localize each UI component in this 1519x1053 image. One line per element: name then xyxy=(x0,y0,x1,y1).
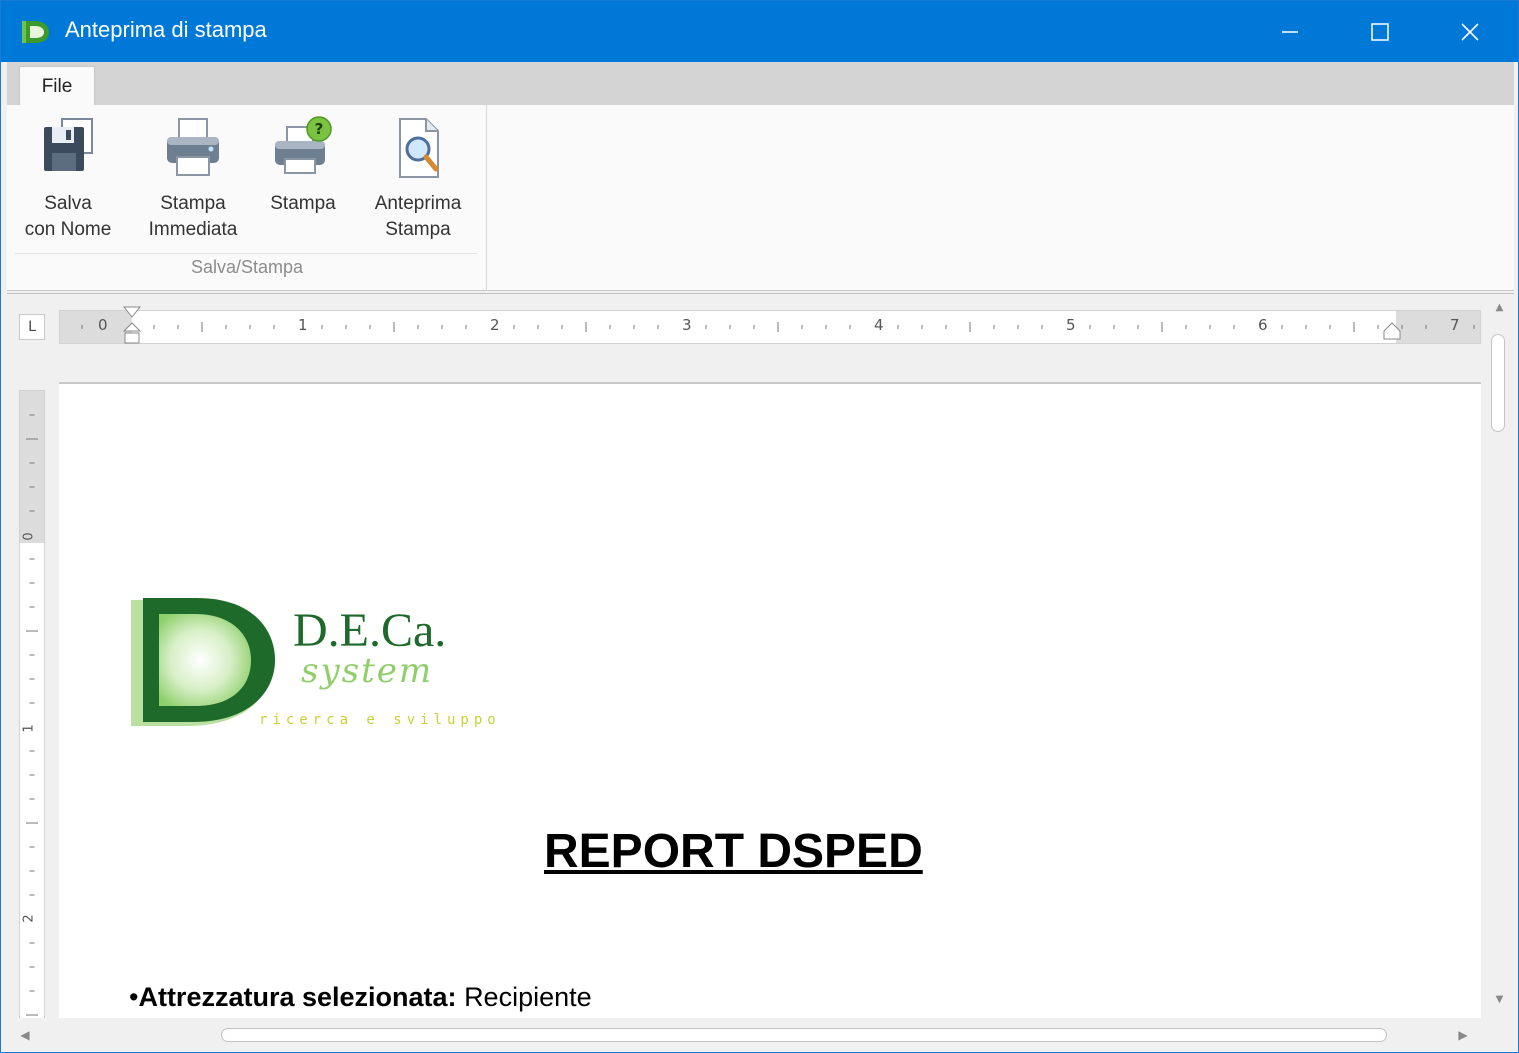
close-button[interactable] xyxy=(1424,1,1516,62)
save-as-icon xyxy=(44,118,93,171)
document-page: D.E.Ca. system ricerca e sviluppo REPORT… xyxy=(59,382,1481,1022)
logo-name: D.E.Ca. xyxy=(293,604,446,657)
ruler-number-0: 0 xyxy=(98,316,108,334)
vertical-scroll-thumb[interactable] xyxy=(1491,334,1505,432)
ribbon-panel: Salva con Nome Stampa Immediata ? Stampa… xyxy=(7,105,1514,291)
vruler-number-2: 2 xyxy=(21,914,37,923)
vruler-number-1: 1 xyxy=(21,724,37,733)
ribbon-group-salva-stampa: Salva con Nome Stampa Immediata ? Stampa… xyxy=(7,105,487,291)
indent-marker-icon[interactable] xyxy=(122,305,144,347)
maximize-button[interactable] xyxy=(1334,1,1426,62)
title-bar[interactable]: Anteprima di stampa xyxy=(1,1,1518,62)
scroll-up-arrow-icon[interactable]: ▲ xyxy=(1485,298,1514,318)
scroll-left-arrow-icon[interactable]: ◀ xyxy=(15,1024,35,1046)
scroll-down-arrow-icon[interactable]: ▼ xyxy=(1485,990,1514,1010)
field-label: Attrezzatura selezionata: xyxy=(138,982,457,1012)
vertical-scrollbar[interactable]: ▲ ▼ xyxy=(1485,294,1514,1018)
close-icon xyxy=(1461,22,1479,41)
minimize-button[interactable] xyxy=(1244,1,1336,62)
maximize-icon xyxy=(1371,22,1389,41)
ruler-number-6: 6 xyxy=(1258,316,1268,334)
print-preview-icon xyxy=(399,118,439,178)
ribbon-group-label: Salva/Stampa xyxy=(190,257,304,277)
svg-text:?: ? xyxy=(315,120,324,138)
report-title: REPORT DSPED xyxy=(544,825,923,878)
print-immediate-label: Stampa Immediata xyxy=(148,193,238,240)
field-value: Recipiente xyxy=(464,982,592,1012)
logo-tagline: system xyxy=(301,651,433,691)
print-preview-window: Anteprima di stampa File Salva con Nome … xyxy=(0,0,1519,1053)
save-as-button[interactable]: Salva con Nome xyxy=(15,113,121,253)
print-dialog-icon: ? xyxy=(275,116,332,174)
logo-subtitle: ricerca e sviluppo xyxy=(259,712,501,728)
save-as-label: Salva con Nome xyxy=(24,193,112,240)
vruler-number-0: 0 xyxy=(21,532,37,541)
vertical-ruler[interactable]: 0 1 2 xyxy=(19,390,45,1052)
horizontal-scrollbar[interactable]: ◀ ▶ xyxy=(7,1018,1485,1052)
ruler-number-5: 5 xyxy=(1066,316,1076,334)
minimize-icon xyxy=(1282,30,1298,33)
ruler-tab-selector[interactable]: L xyxy=(19,314,45,340)
print-preview-label: Anteprima Stampa xyxy=(374,193,462,240)
print-button[interactable]: ? Stampa xyxy=(261,113,345,253)
ruler-number-2: 2 xyxy=(490,316,500,334)
ruler-number-7: 7 xyxy=(1450,316,1460,334)
deca-system-logo: D.E.Ca. system ricerca e sviluppo xyxy=(131,598,501,728)
horizontal-scroll-thumb[interactable] xyxy=(221,1028,1387,1042)
print-preview-button[interactable]: Anteprima Stampa xyxy=(361,113,475,253)
field-line: •Attrezzatura selezionata: Recipiente xyxy=(129,982,592,1013)
ruler-number-4: 4 xyxy=(874,316,884,334)
horizontal-ruler[interactable]: 0 1 2 3 4 5 6 7 xyxy=(59,306,1481,344)
right-indent-marker-icon[interactable] xyxy=(1382,319,1404,341)
scroll-right-arrow-icon[interactable]: ▶ xyxy=(1453,1024,1473,1046)
ribbon-tab-strip: File xyxy=(7,62,1514,107)
printer-icon xyxy=(167,118,219,176)
ruler-number-3: 3 xyxy=(682,316,692,334)
deca-app-icon xyxy=(22,21,49,43)
preview-area[interactable]: L 0 1 2 3 4 5 6 7 0 1 2 D.E.Ca. system r… xyxy=(7,293,1514,1052)
print-immediate-button[interactable]: Stampa Immediata xyxy=(135,113,251,253)
group-separator xyxy=(15,253,477,254)
tab-file[interactable]: File xyxy=(19,66,95,107)
window-title: Anteprima di stampa xyxy=(65,17,267,42)
ruler-number-1: 1 xyxy=(298,316,308,334)
vertical-ruler-ticks xyxy=(26,414,38,1040)
print-label: Stampa xyxy=(270,193,336,214)
